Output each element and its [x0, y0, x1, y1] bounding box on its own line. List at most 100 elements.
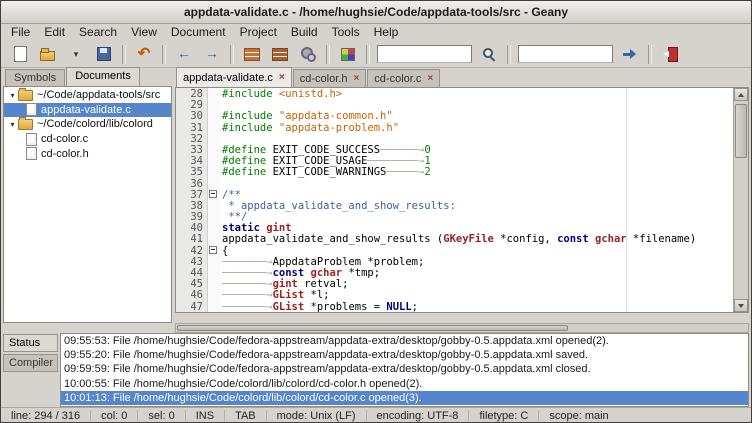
fold-cell	[208, 155, 220, 166]
goto-line-button[interactable]	[617, 42, 643, 66]
message-tab-compiler[interactable]: Compiler	[3, 354, 58, 372]
code-line: #define EXIT_CODE_USAGE────────→1	[222, 155, 733, 166]
editor-vscrollbar[interactable]	[733, 88, 748, 312]
tree-item[interactable]: ▾~/Code/appdata-tools/src	[4, 88, 171, 103]
editor-tab[interactable]: cd-color.c×	[367, 69, 440, 87]
toolbar-separator	[162, 45, 166, 64]
build-button[interactable]	[267, 42, 293, 66]
fold-cell	[208, 233, 220, 244]
line-number: 37	[176, 189, 203, 200]
open-file-button[interactable]	[35, 42, 61, 66]
scroll-down-icon[interactable]	[734, 299, 748, 312]
quit-button[interactable]	[657, 42, 683, 66]
menu-file[interactable]: File	[4, 24, 37, 40]
menu-edit[interactable]: Edit	[37, 24, 72, 40]
code-line	[222, 99, 733, 110]
menu-view[interactable]: View	[124, 24, 164, 40]
line-number: 28	[176, 88, 203, 99]
code-line: #define EXIT_CODE_SUCCESS──────→0	[222, 144, 733, 155]
statusbar-separator	[224, 410, 225, 421]
editor-tab[interactable]: appdata-validate.c×	[176, 67, 292, 87]
statusbar-separator	[366, 410, 367, 421]
status-message-row[interactable]: 09:59:59: File /home/hughsie/Code/fedora…	[61, 362, 748, 376]
line-number: 33	[176, 144, 203, 155]
toolbar-separator	[326, 45, 330, 64]
file-icon	[26, 133, 37, 146]
status-message-row[interactable]: 10:00:55: File /home/hughsie/Code/colord…	[61, 377, 748, 391]
expander-icon[interactable]: ▾	[7, 91, 18, 100]
editor-tab[interactable]: cd-color.h ×	[293, 69, 367, 87]
tree-item[interactable]: appdata-validate.c	[4, 103, 171, 118]
new-file-button[interactable]	[7, 42, 33, 66]
tab-close-icon[interactable]: ×	[427, 73, 433, 84]
hscrollbar-thumb[interactable]	[177, 325, 568, 331]
line-number: 29	[176, 99, 203, 110]
fold-cell	[208, 301, 220, 312]
menu-build[interactable]: Build	[284, 24, 325, 40]
titlebar[interactable]: appdata-validate.c - /home/hughsie/Code/…	[1, 1, 751, 24]
line-number: 39	[176, 211, 203, 222]
fold-cell	[208, 99, 220, 110]
code-line: appdata_validate_and_show_results (GKeyF…	[222, 233, 733, 244]
tab-close-icon[interactable]: ×	[279, 72, 285, 83]
code-line	[222, 133, 733, 144]
statusbar-item: sel: 0	[146, 410, 176, 422]
new-icon	[12, 46, 28, 62]
fold-cell	[208, 222, 220, 233]
compile-button[interactable]	[239, 42, 265, 66]
editor-tab-label: cd-color.h	[300, 73, 348, 85]
toolbar-separator	[648, 45, 652, 64]
line-number: 47	[176, 301, 203, 312]
folder-icon	[18, 90, 33, 101]
search-button[interactable]	[476, 42, 502, 66]
menu-document[interactable]: Document	[164, 24, 233, 40]
fold-marker-icon[interactable]	[209, 246, 217, 254]
navigate-back-button[interactable]: ←	[171, 42, 197, 66]
statusbar-separator	[185, 410, 186, 421]
search-entry[interactable]	[377, 45, 472, 63]
statusbar-item: filetype: C	[477, 410, 530, 422]
tree-item[interactable]: cd-color.h	[4, 146, 171, 161]
statusbar-separator	[266, 410, 267, 421]
message-window: Status Compiler 09:55:53: File /home/hugh…	[1, 333, 751, 407]
color-chooser-button[interactable]	[335, 42, 361, 66]
sidebar: SymbolsDocuments ▾~/Code/appdata-tools/s…	[3, 67, 172, 323]
menu-help[interactable]: Help	[367, 24, 406, 40]
line-number: 43	[176, 256, 203, 267]
menu-search[interactable]: Search	[72, 24, 124, 40]
fold-cell	[208, 278, 220, 289]
forward-icon: →	[204, 46, 220, 62]
save-file-button[interactable]	[91, 42, 117, 66]
fold-margin	[208, 88, 220, 312]
line-number: 40	[176, 222, 203, 233]
status-message-row[interactable]: 09:55:53: File /home/hughsie/Code/fedora…	[61, 334, 748, 348]
statusbar-item: encoding: UTF-8	[375, 410, 461, 422]
goto-line-entry[interactable]	[518, 45, 613, 63]
revert-button[interactable]: ↶	[131, 42, 157, 66]
status-message-row[interactable]: 09:55:20: File /home/hughsie/Code/fedora…	[61, 348, 748, 362]
code-area[interactable]: #include <unistd.h>#include "appdata-com…	[220, 88, 733, 312]
open-recent-button[interactable]: ▾	[63, 42, 89, 66]
vscrollbar-thumb[interactable]	[735, 104, 747, 158]
status-message-row[interactable]: 10:01:13: File /home/hughsie/Code/colord…	[61, 391, 748, 405]
navigate-forward-button[interactable]: →	[199, 42, 225, 66]
run-button[interactable]	[295, 42, 321, 66]
menu-tools[interactable]: Tools	[325, 24, 367, 40]
tab-close-icon[interactable]: ×	[353, 73, 359, 84]
code-line: * appdata_validate_and_show_results:	[222, 200, 733, 211]
editor-hscrollbar[interactable]	[175, 323, 749, 333]
fold-marker-icon[interactable]	[209, 190, 217, 198]
menu-project[interactable]: Project	[233, 24, 284, 40]
tree-item[interactable]: ▾~/Code/colord/lib/colord	[4, 117, 171, 132]
fold-cell	[208, 211, 220, 222]
message-tab-status[interactable]: Status	[3, 334, 58, 352]
expander-icon[interactable]: ▾	[7, 120, 18, 129]
editor-body: 2829303132333435363738394041424344454647…	[175, 87, 749, 313]
sidebar-tab-symbols[interactable]: Symbols	[5, 69, 65, 86]
scroll-up-icon[interactable]	[734, 88, 748, 101]
fold-cell	[208, 133, 220, 144]
long-line-marker	[626, 88, 627, 312]
sidebar-tab-documents[interactable]: Documents	[66, 67, 140, 86]
tree-item[interactable]: cd-color.c	[4, 132, 171, 147]
fold-cell	[208, 312, 220, 313]
